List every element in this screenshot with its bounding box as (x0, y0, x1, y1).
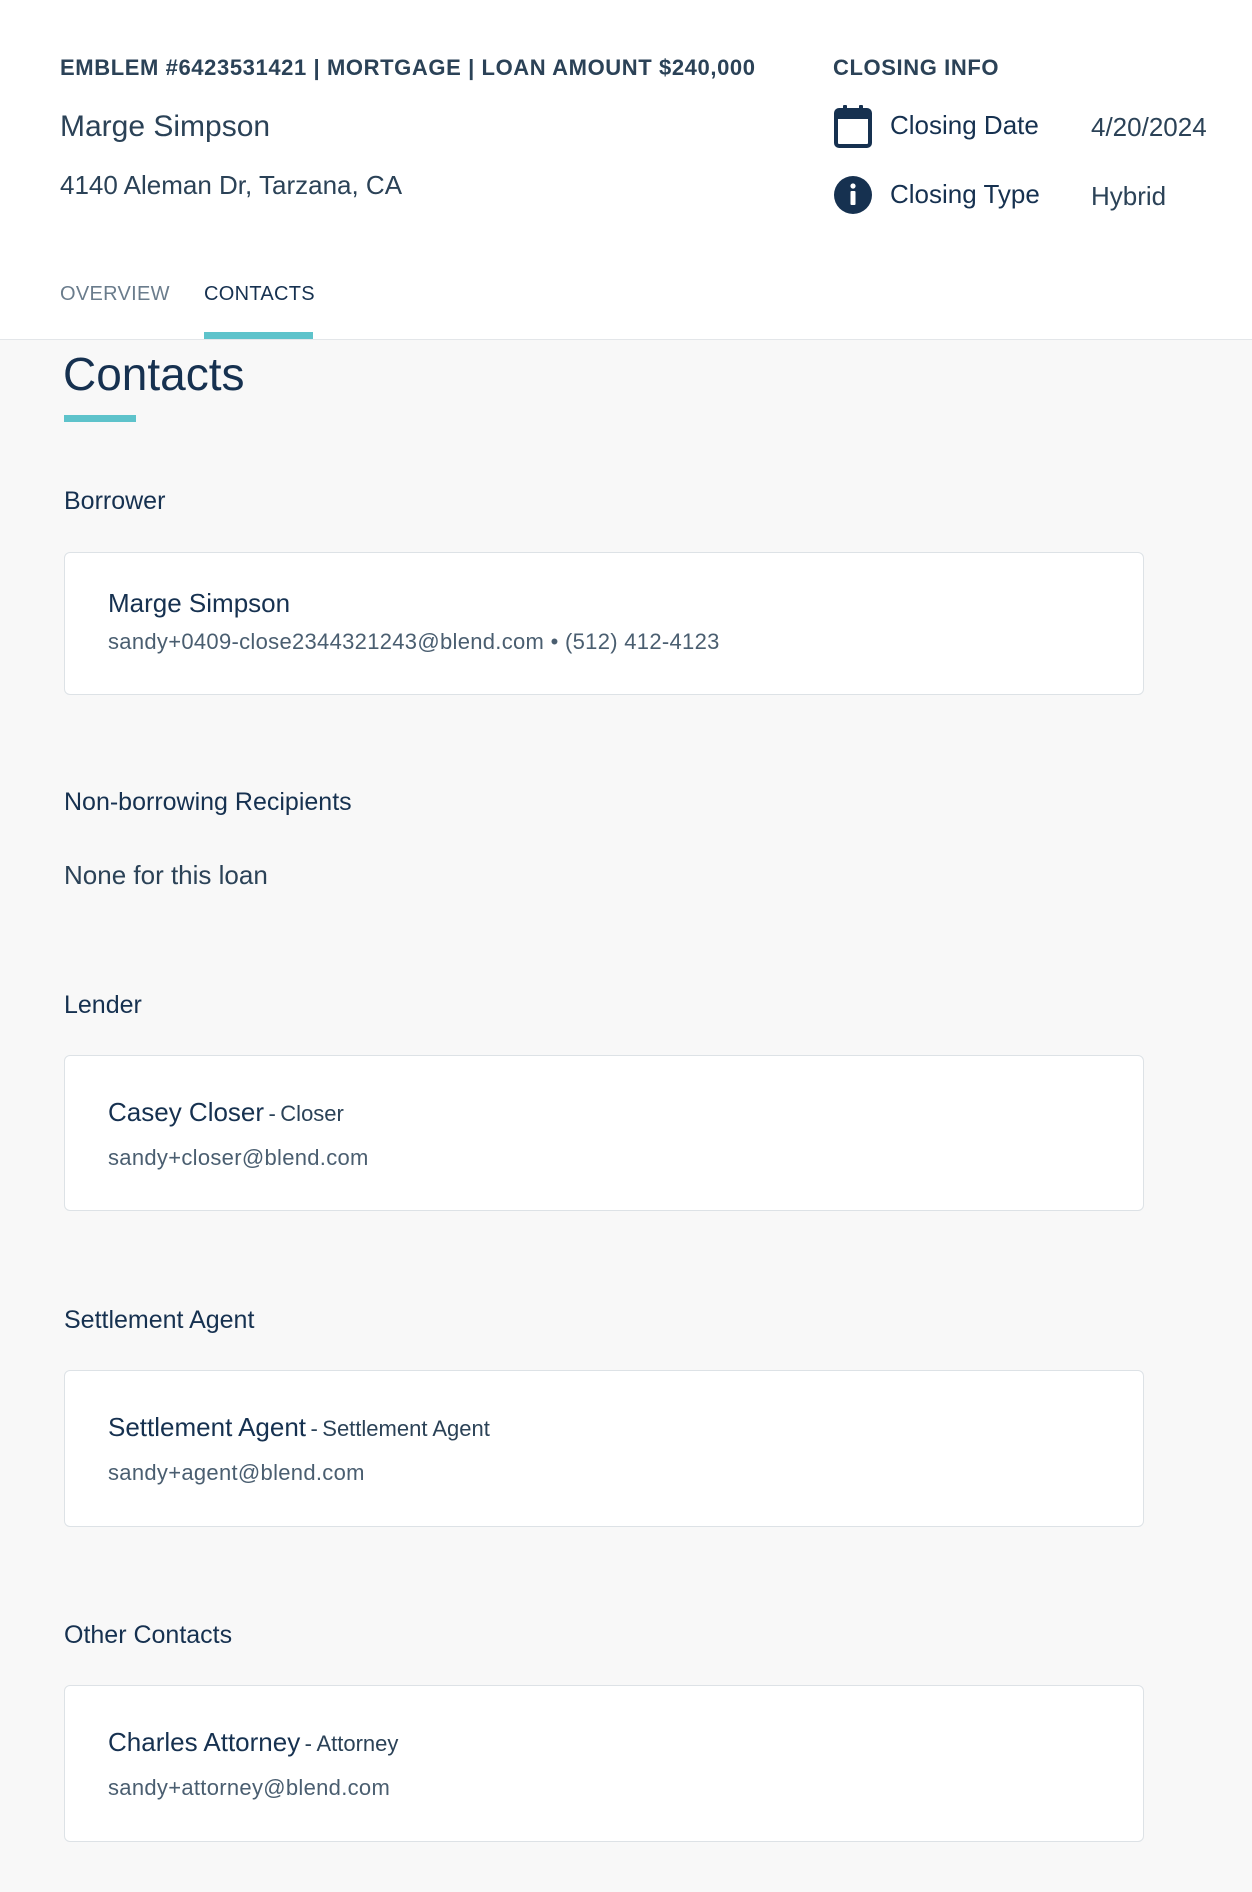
contact-role: Attorney (316, 1731, 399, 1756)
section-heading-borrower: Borrower (64, 487, 166, 515)
contact-role: Settlement Agent (322, 1416, 490, 1441)
calendar-icon (833, 104, 873, 148)
info-icon (833, 173, 873, 217)
empty-state-text: None for this loan (64, 860, 268, 890)
loan-header: EMBLEM #6423531421 | MORTGAGE | LOAN AMO… (0, 0, 1252, 340)
closing-date-value: 4/20/2024 (1091, 112, 1207, 142)
contact-role: Closer (280, 1101, 344, 1126)
active-tab-indicator (204, 332, 313, 339)
section-heading-other: Other Contacts (64, 1621, 233, 1649)
section-heading-non-borrowing: Non-borrowing Recipients (64, 788, 352, 816)
section-heading-lender: Lender (64, 991, 142, 1019)
closing-type-label: Closing Type (890, 179, 1040, 209)
contact-name: Casey Closer (108, 1097, 265, 1127)
contact-card-other: Charles Attorney - Attorney sandy+attorn… (64, 1685, 1144, 1842)
header-borrower-name: Marge Simpson (60, 110, 271, 143)
title-underline (64, 415, 136, 422)
property-address: 4140 Aleman Dr, Tarzana, CA (60, 170, 403, 200)
role-separator: - (310, 1416, 318, 1441)
closing-type-row: Closing Type Hybrid (833, 173, 1233, 217)
contact-name-line: Settlement Agent - Settlement Agent (108, 1412, 490, 1443)
contact-card-settlement: Settlement Agent - Settlement Agent sand… (64, 1370, 1144, 1527)
contact-email[interactable]: sandy+attorney@blend.com (108, 1775, 390, 1801)
tab-overview[interactable]: OVERVIEW (60, 283, 170, 306)
role-separator: - (268, 1101, 276, 1126)
contact-name-line: Marge Simpson (108, 588, 290, 619)
contact-card-lender: Casey Closer - Closer sandy+closer@blend… (64, 1055, 1144, 1211)
role-separator: - (304, 1731, 312, 1756)
contact-name: Charles Attorney (108, 1727, 301, 1757)
loan-meta: EMBLEM #6423531421 | MORTGAGE | LOAN AMO… (60, 55, 756, 80)
contact-name-line: Charles Attorney - Attorney (108, 1727, 398, 1758)
contact-name: Settlement Agent (108, 1412, 307, 1442)
contact-email[interactable]: sandy+agent@blend.com (108, 1460, 365, 1486)
section-heading-settlement: Settlement Agent (64, 1306, 255, 1334)
closing-type-value: Hybrid (1091, 181, 1167, 211)
page-title: Contacts (63, 348, 245, 400)
closing-date-label: Closing Date (890, 110, 1039, 140)
contact-detail[interactable]: sandy+0409-close2344321243@blend.com • (… (108, 629, 720, 655)
contact-name: Marge Simpson (108, 588, 291, 618)
tab-contacts[interactable]: CONTACTS (204, 283, 315, 306)
closing-info-heading: CLOSING INFO (833, 55, 1000, 80)
contact-name-line: Casey Closer - Closer (108, 1097, 344, 1128)
contact-card-borrower: Marge Simpson sandy+0409-close2344321243… (64, 552, 1144, 695)
contact-email[interactable]: sandy+closer@blend.com (108, 1145, 369, 1171)
closing-date-row: Closing Date 4/20/2024 (833, 104, 1233, 148)
